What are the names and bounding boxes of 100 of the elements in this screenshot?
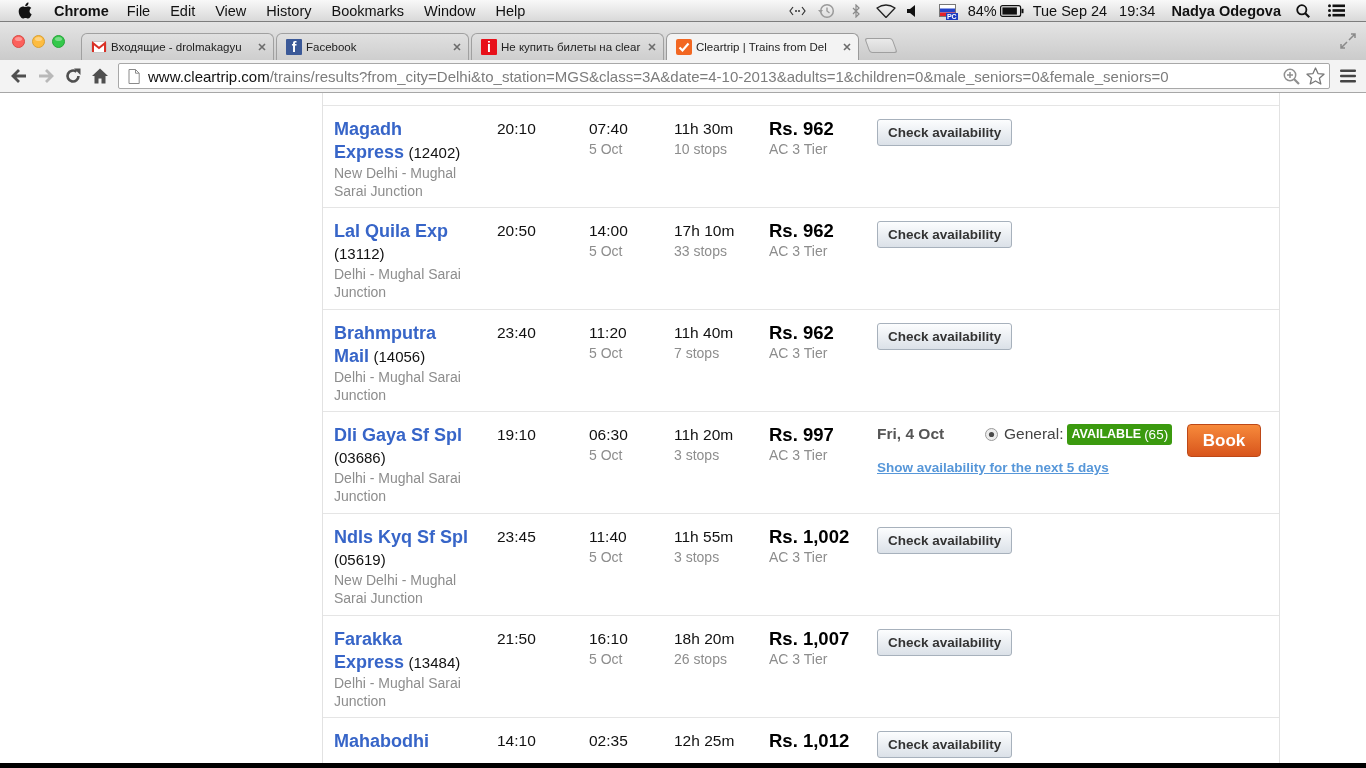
close-icon[interactable] xyxy=(258,43,266,51)
duration-text: 11h 40m xyxy=(674,323,735,343)
arrival-time: 14:00 xyxy=(589,221,629,241)
arrival-time: 07:40 xyxy=(589,119,629,139)
address-field[interactable]: www.cleartrip.com/trains/results?from_city=Delhi&to_station=MGS&class=3A&date=4-10-2013&adults=1&children=0&male_seniors=0&female_seniors=0 xyxy=(118,63,1330,89)
departure-time: 20:50 xyxy=(497,221,537,241)
zoom-in-icon[interactable] xyxy=(1283,67,1300,85)
price-text: Rs. 997 xyxy=(769,424,835,446)
app-menu[interactable]: Chrome xyxy=(54,2,109,19)
route-text: New Delhi - Mughal Sarai Junction xyxy=(334,164,458,200)
check-availability-button[interactable]: Check availability xyxy=(877,119,1013,146)
browser-tab[interactable]: f Facebook xyxy=(276,33,469,60)
price-text: Rs. 1,012 xyxy=(769,730,851,752)
arrival-date: 5 Oct xyxy=(589,446,624,464)
train-title[interactable]: Brahmputra Mail (14056) xyxy=(334,322,474,368)
menu-item[interactable]: View xyxy=(205,2,257,19)
class-text: AC 3 Tier xyxy=(769,242,829,260)
clock-date: Tue Sep 24 xyxy=(1032,2,1108,19)
availability-badge: AVAILABLE (65) xyxy=(1067,423,1173,445)
route-text: Delhi - Mughal Sarai Junction xyxy=(334,265,462,301)
check-availability-button[interactable]: Check availability xyxy=(877,527,1013,554)
arrival-time: 16:10 xyxy=(589,629,629,649)
letter-tile-icon: i xyxy=(481,39,497,55)
close-icon[interactable] xyxy=(648,43,656,51)
bluetooth-icon[interactable] xyxy=(851,3,860,18)
stops-text: 10 stops xyxy=(674,140,728,158)
check-availability-button[interactable]: Check availability xyxy=(877,629,1013,656)
departure-time: 20:10 xyxy=(497,119,537,139)
price-text: Rs. 962 xyxy=(769,322,835,344)
menu-item[interactable]: Help xyxy=(485,2,536,19)
stops-text: 26 stops xyxy=(674,650,728,668)
departure-time: 21:50 xyxy=(497,629,537,649)
close-window-icon[interactable] xyxy=(12,34,25,48)
train-title[interactable]: Mahabodhi xyxy=(334,730,474,753)
check-availability-button[interactable]: Check availability xyxy=(877,731,1013,758)
duration-text: 11h 20m xyxy=(674,425,735,445)
menu-item[interactable]: File xyxy=(116,2,161,19)
radio-button[interactable] xyxy=(985,427,998,441)
class-text: AC 3 Tier xyxy=(769,446,829,464)
fullscreen-icon[interactable] xyxy=(1340,33,1356,49)
duration-text: 12h 25m xyxy=(674,731,736,751)
price-text: Rs. 1,007 xyxy=(769,628,851,650)
browser-tab[interactable]: i Не купить билеты на clear xyxy=(471,33,664,60)
duration-text: 17h 10m xyxy=(674,221,736,241)
battery-percent: 84% xyxy=(967,2,997,19)
duration-text: 11h 30m xyxy=(674,119,735,139)
browser-tab[interactable]: Cleartrip | Trains from Del xyxy=(666,33,859,60)
arrival-time: 06:30 xyxy=(589,425,629,445)
train-title[interactable]: Lal Quila Exp (13112) xyxy=(334,220,474,265)
class-text: AC 3 Tier xyxy=(769,344,829,362)
check-availability-button[interactable]: Check availability xyxy=(877,323,1013,350)
clock-icon[interactable] xyxy=(817,2,835,19)
arrival-date: 5 Oct xyxy=(589,650,624,668)
wifi-icon[interactable] xyxy=(875,3,896,18)
train-title[interactable]: Magadh Express (12402) xyxy=(334,118,474,164)
angle-brackets-icon[interactable] xyxy=(788,5,806,16)
menu-item[interactable]: Window xyxy=(414,2,486,19)
user-name[interactable]: Nadya Odegova xyxy=(1171,2,1281,19)
home-icon[interactable] xyxy=(91,67,109,85)
menu-item[interactable]: Bookmarks xyxy=(321,2,414,19)
price-text: Rs. 1,002 xyxy=(769,526,851,548)
check-availability-button[interactable]: Check availability xyxy=(877,221,1013,248)
stops-text: 3 stops xyxy=(674,446,721,464)
battery-icon[interactable] xyxy=(999,4,1024,17)
stops-text: 3 stops xyxy=(674,548,721,566)
menu-item[interactable]: History xyxy=(256,2,322,19)
menu-item[interactable]: Edit xyxy=(160,2,206,19)
arrival-date: 5 Oct xyxy=(589,242,624,260)
arrival-time: 11:40 xyxy=(589,527,628,547)
back-arrow-icon[interactable] xyxy=(10,67,28,85)
clock-time: 19:34 xyxy=(1119,2,1156,19)
envelope-icon xyxy=(91,41,107,53)
arrival-time: 11:20 xyxy=(589,323,628,343)
close-icon[interactable] xyxy=(453,43,461,51)
tick-icon xyxy=(676,39,692,55)
arrival-time: 02:35 xyxy=(589,731,629,751)
train-title[interactable]: Farakka Express (13484) xyxy=(334,628,474,674)
departure-time: 19:10 xyxy=(497,425,537,445)
duration-text: 18h 20m xyxy=(674,629,736,649)
star-icon[interactable] xyxy=(1306,67,1325,85)
route-text: Delhi - Mughal Sarai Junction xyxy=(334,368,462,404)
flag-icon[interactable] xyxy=(938,4,956,17)
price-text: Rs. 962 xyxy=(769,118,835,140)
train-title[interactable]: Ndls Kyq Sf Spl (05619) xyxy=(334,526,474,571)
list-icon[interactable] xyxy=(1328,4,1345,17)
apple-logo-icon[interactable] xyxy=(18,2,32,19)
close-icon[interactable] xyxy=(843,43,851,51)
stops-text: 7 stops xyxy=(674,344,721,362)
route-text: Delhi - Mughal Sarai Junction xyxy=(334,674,462,710)
speaker-icon[interactable] xyxy=(906,4,916,17)
menu-icon[interactable] xyxy=(1340,69,1356,83)
reload-icon[interactable] xyxy=(64,67,82,85)
arrival-date: 5 Oct xyxy=(589,140,624,158)
class-text: AC 3 Tier xyxy=(769,650,829,668)
search-icon[interactable] xyxy=(1296,3,1310,18)
stops-text: 33 stops xyxy=(674,242,728,260)
class-text: AC 3 Tier xyxy=(769,140,829,158)
train-title[interactable]: Dli Gaya Sf Spl (03686) xyxy=(334,424,474,469)
route-text: Delhi - Mughal Sarai Junction xyxy=(334,469,462,505)
browser-tab[interactable]: Входящие - drolmakagyu xyxy=(81,33,274,60)
